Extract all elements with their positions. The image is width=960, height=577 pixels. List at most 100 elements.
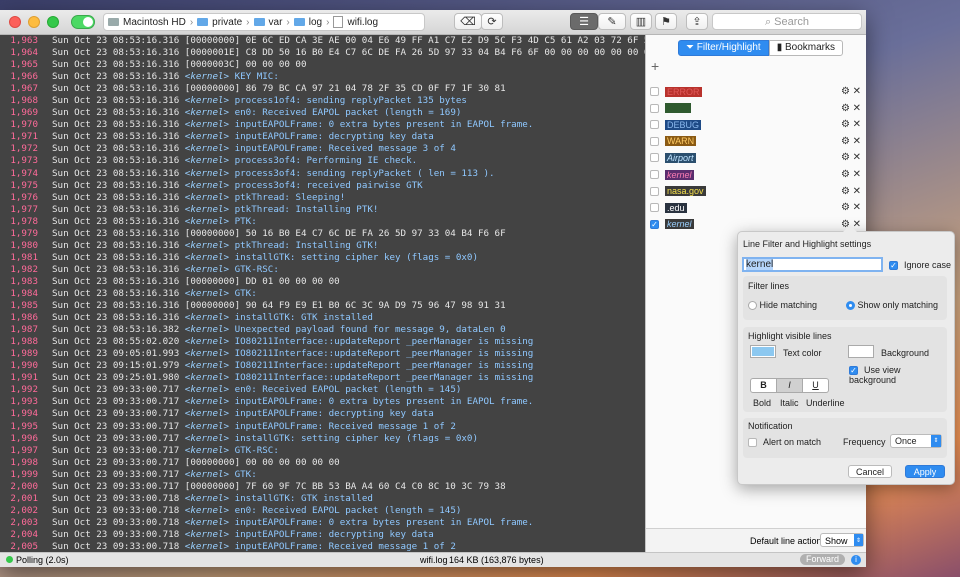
path-segment-private[interactable]: private <box>212 17 242 28</box>
checkbox-icon[interactable] <box>650 203 659 213</box>
checkbox-icon[interactable] <box>650 120 659 130</box>
text-color-swatch <box>752 347 774 356</box>
checkbox-icon[interactable] <box>650 136 659 146</box>
gear-icon[interactable]: ⚙ <box>841 169 850 180</box>
filter-row[interactable]: .edu ⚙ ✕ <box>650 200 864 215</box>
style-buttons: B I U <box>750 378 829 393</box>
alert-on-match-checkbox[interactable]: Alert on match <box>748 437 821 448</box>
text-color-well[interactable] <box>750 345 776 358</box>
apply-button[interactable]: Apply <box>905 465 945 478</box>
hide-matching-radio[interactable]: Hide matching <box>748 300 817 311</box>
checkbox-icon[interactable] <box>650 186 659 196</box>
folder-icon <box>197 18 209 26</box>
search-input[interactable]: ⌕ Search <box>712 13 862 30</box>
gear-icon[interactable]: ⚙ <box>841 152 850 163</box>
close-icon[interactable]: ✕ <box>853 169 861 180</box>
gear-icon[interactable]: ⚙ <box>841 86 850 97</box>
show-only-matching-label: Show only matching <box>857 300 939 310</box>
gear-icon[interactable]: ⚙ <box>841 136 850 147</box>
close-icon[interactable]: ✕ <box>853 152 861 163</box>
checkbox-icon[interactable] <box>650 170 659 179</box>
show-only-matching-radio[interactable]: Show only matching <box>846 300 939 311</box>
close-icon[interactable]: ✕ <box>853 136 861 147</box>
bold-label: Bold <box>753 398 772 408</box>
line-number: 2,003 <box>10 516 38 528</box>
sidebar-toggle-button[interactable]: ▥ <box>630 13 652 30</box>
line-number: 1,979 <box>10 227 38 239</box>
gear-icon[interactable]: ⚙ <box>841 202 850 213</box>
checkbox-icon[interactable] <box>650 87 659 96</box>
close-icon[interactable]: ✕ <box>853 103 861 114</box>
log-message: en0: Received EAPOL packet (length = 169… <box>234 107 462 119</box>
filter-row[interactable]: ERROR ⚙ ✕ <box>650 84 864 99</box>
log-timestamp: Sun Oct 23 08:53:16.316 <box>52 107 180 119</box>
close-icon[interactable]: ✕ <box>853 86 861 97</box>
gear-icon[interactable]: ⚙ <box>841 186 850 197</box>
filter-lines-group: Filter lines Hide matching Show only mat… <box>743 276 947 320</box>
line-number: 1,998 <box>10 456 38 468</box>
close-icon[interactable]: ✕ <box>853 202 861 213</box>
log-timestamp: Sun Oct 23 08:53:16.316 <box>52 275 180 287</box>
log-line: 1,997 Sun Oct 23 09:33:00.717 <kernel> GT… <box>0 445 645 457</box>
tab-filter-highlight[interactable]: ⏷ Filter/Highlight <box>678 40 769 56</box>
path-bar[interactable]: Macintosh HD › private › var › log › wif… <box>103 13 425 31</box>
filter-row[interactable]: DEBUG ⚙ ✕ <box>650 117 864 132</box>
default-action-select[interactable]: Show ⇕ <box>820 533 864 547</box>
filter-row[interactable]: ✓kernel⚙✕ <box>650 217 864 232</box>
tab-bookmarks[interactable]: ▮ Bookmarks <box>768 40 843 56</box>
filter-row[interactable]: INFO ⚙ ✕ <box>650 101 864 116</box>
gear-icon[interactable]: ⚙ <box>841 119 850 130</box>
line-number: 1,976 <box>10 191 38 203</box>
log-source: <kernel> <box>184 95 230 107</box>
filter-text-input[interactable]: kernel <box>742 257 883 272</box>
line-number: 2,002 <box>10 504 38 516</box>
path-segment-disk[interactable]: Macintosh HD <box>123 17 186 28</box>
bold-button[interactable]: B <box>750 378 777 393</box>
log-source: <kernel> <box>184 432 230 444</box>
underline-button[interactable]: U <box>803 378 829 393</box>
log-source: <kernel> <box>184 528 230 540</box>
background-color-well[interactable] <box>848 345 874 358</box>
log-view[interactable]: 1,963 Sun Oct 23 08:53:16.316 [00000000] … <box>0 35 645 553</box>
log-source: <kernel> <box>184 420 230 432</box>
filter-row[interactable]: kernel ⚙ ✕ <box>650 167 864 182</box>
checkbox-icon[interactable] <box>650 103 659 113</box>
reload-button[interactable]: ⟳ <box>481 13 503 30</box>
filter-row[interactable]: WARN ⚙ ✕ <box>650 134 864 149</box>
folder-icon <box>253 18 265 26</box>
checkbox-icon[interactable] <box>650 153 659 163</box>
path-segment-file[interactable]: wifi.log <box>347 17 378 28</box>
info-icon[interactable]: i <box>851 555 861 565</box>
log-message: inputEAPOLFrame: Received message 1 of 2 <box>234 420 456 432</box>
close-button[interactable] <box>9 16 21 28</box>
eraser-button[interactable]: ⌫ <box>454 13 482 30</box>
filter-row[interactable]: nasa.gov ⚙ ✕ <box>650 184 864 199</box>
ignore-case-checkbox[interactable]: ✓ Ignore case <box>889 260 951 271</box>
log-line: 1,976 Sun Oct 23 08:53:16.316 <kernel> pt… <box>0 192 645 204</box>
share-button[interactable]: ⇪ <box>686 13 708 30</box>
live-toggle[interactable] <box>71 15 95 29</box>
minimize-button[interactable] <box>28 16 40 28</box>
use-view-bg-checkbox[interactable]: ✓ Use view background <box>849 365 947 385</box>
checkmark-icon[interactable]: ✓ <box>650 219 659 229</box>
log-message: [00000000] 00 00 00 00 00 00 <box>184 456 340 468</box>
bookmark-button[interactable]: ⚑ <box>655 13 677 30</box>
edit-button[interactable]: ✎ <box>598 13 626 30</box>
notification-heading: Notification <box>748 421 793 431</box>
cancel-button[interactable]: Cancel <box>848 465 892 478</box>
path-segment-var[interactable]: var <box>269 17 283 28</box>
close-icon[interactable]: ✕ <box>853 119 861 130</box>
zoom-button[interactable] <box>47 16 59 28</box>
log-line: 2,002 Sun Oct 23 09:33:00.718 <kernel> en… <box>0 505 645 517</box>
add-filter-button[interactable]: + <box>651 58 659 74</box>
filter-row[interactable]: Airport ⚙ ✕ <box>650 150 864 165</box>
forward-button[interactable]: Forward <box>800 554 846 565</box>
path-segment-log[interactable]: log <box>309 17 322 28</box>
filter-icon: ⏷ <box>686 42 697 53</box>
log-message: KEY MIC: <box>234 71 279 83</box>
close-icon[interactable]: ✕ <box>853 186 861 197</box>
filter-toggle-button[interactable]: ☰ <box>570 13 598 30</box>
frequency-select[interactable]: Once ⇕ <box>890 434 942 448</box>
italic-button[interactable]: I <box>777 378 803 393</box>
gear-icon[interactable]: ⚙ <box>841 103 850 114</box>
